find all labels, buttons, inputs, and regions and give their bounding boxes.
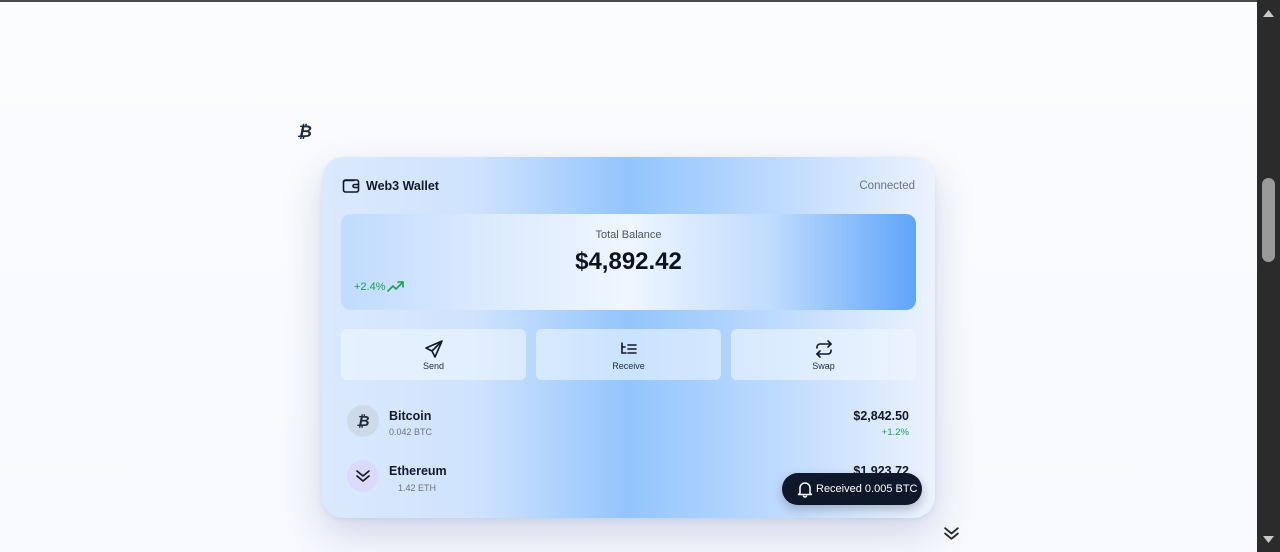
asset-amount: 0.042 BTC: [389, 427, 433, 437]
swap-button[interactable]: Swap: [731, 329, 916, 380]
send-button[interactable]: Send: [341, 329, 526, 380]
action-bar: Send Receive Swap: [341, 329, 916, 380]
balance-change-text: +2.4%: [354, 281, 386, 293]
send-icon: [424, 339, 444, 359]
wallet-title: Web3 Wallet: [366, 179, 439, 193]
connection-status: Connected: [859, 180, 915, 192]
asset-row-bitcoin[interactable]: ₿ Bitcoin 0.042 BTC $2,842.50 +1.2%: [347, 403, 909, 439]
receive-icon: [620, 339, 638, 359]
scroll-up-arrow-icon[interactable]: [1257, 4, 1280, 22]
swap-icon: [814, 339, 834, 359]
receive-button[interactable]: Receive: [536, 329, 721, 380]
balance-value: $4,892.42: [575, 248, 682, 275]
balance-label: Total Balance: [595, 229, 662, 241]
swap-label: Swap: [812, 360, 835, 371]
asset-name: Ethereum: [389, 464, 447, 478]
asset-value: $2,842.50: [853, 409, 909, 423]
send-label: Send: [422, 360, 445, 371]
asset-amount: 1.42 ETH: [398, 483, 437, 493]
floating-bitcoin-icon: ₿: [297, 122, 312, 141]
wallet-card: Web3 Wallet Connected Total Balance $4,8…: [322, 157, 935, 518]
scroll-thumb[interactable]: [1262, 178, 1275, 262]
ethereum-icon: [347, 460, 379, 492]
balance-panel: Total Balance $4,892.42 +2.4%: [341, 214, 916, 310]
wallet-icon: [342, 177, 360, 195]
asset-change: +1.2%: [881, 427, 909, 438]
asset-name: Bitcoin: [389, 409, 432, 423]
notification-toast[interactable]: Received 0.005 BTC: [782, 473, 922, 505]
floating-ethereum-icon: [943, 526, 960, 546]
vertical-scrollbar[interactable]: [1257, 0, 1280, 552]
receive-label: Receive: [612, 360, 645, 371]
bitcoin-icon: ₿: [347, 405, 379, 437]
wallet-header: Web3 Wallet Connected: [342, 177, 915, 195]
bell-icon: [797, 482, 813, 498]
balance-change: +2.4%: [354, 281, 405, 293]
scroll-down-arrow-icon[interactable]: [1257, 530, 1280, 548]
toast-text: Received 0.005 BTC: [816, 483, 918, 495]
trending-up-icon: [386, 281, 404, 292]
